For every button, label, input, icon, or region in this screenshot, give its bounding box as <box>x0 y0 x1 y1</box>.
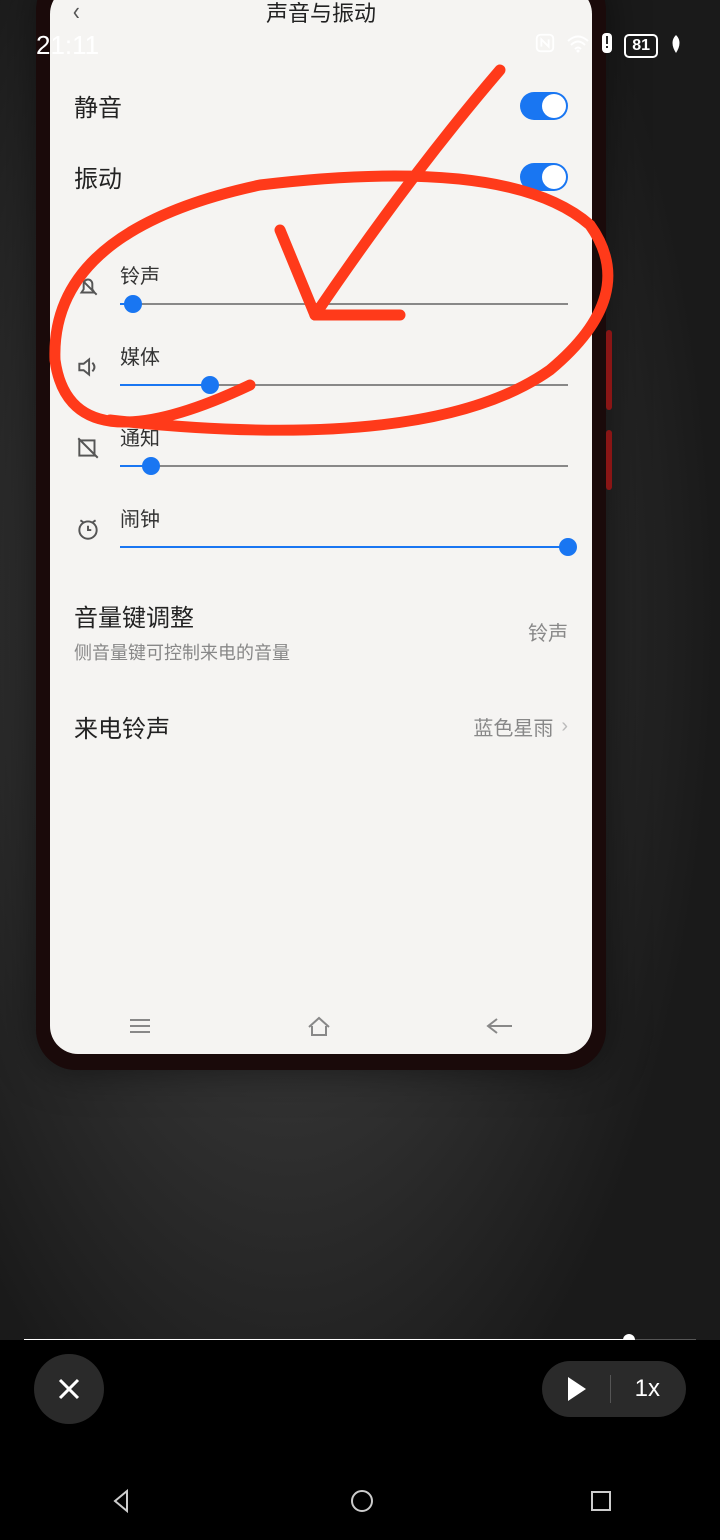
incoming-ring-row[interactable]: 来电铃声 蓝色星雨 › <box>74 687 568 766</box>
clock: 21:11 <box>36 30 99 61</box>
play-icon[interactable] <box>568 1377 586 1401</box>
notification-off-icon <box>74 434 102 462</box>
alarm-icon <box>74 515 102 543</box>
ringtone-label: 铃声 <box>120 260 568 289</box>
page-title: 声音与振动 <box>50 0 592 28</box>
speaker-icon <box>74 353 102 381</box>
volume-key-row[interactable]: 音量键调整 侧音量键可控制来电的音量 铃声 <box>74 576 568 687</box>
volume-key-value: 铃声 <box>528 617 568 646</box>
sys-recent-icon[interactable] <box>589 1489 613 1518</box>
incoming-ring-title: 来电铃声 <box>74 709 170 744</box>
menu-icon[interactable] <box>127 1016 153 1041</box>
alarm-slider-row: 闹钟 <box>74 475 568 556</box>
back-nav-icon[interactable] <box>485 1016 515 1041</box>
media-slider[interactable] <box>120 384 568 386</box>
phone-frame: ‹ 声音与振动 静音 振动 铃声 <box>36 0 606 1070</box>
sys-home-icon[interactable] <box>348 1487 376 1520</box>
phone-nav-bar <box>50 1015 592 1042</box>
close-button[interactable] <box>34 1354 104 1424</box>
alarm-slider[interactable] <box>120 546 568 548</box>
chevron-right-icon: › <box>561 715 568 738</box>
wifi-icon <box>566 30 590 61</box>
video-controls: 1x <box>0 1340 720 1540</box>
volume-key-title: 音量键调整 <box>74 598 290 633</box>
media-label: 媒体 <box>120 341 568 370</box>
ringtone-slider[interactable] <box>120 303 568 305</box>
mute-toggle[interactable] <box>520 92 568 120</box>
sys-back-icon[interactable] <box>107 1487 135 1520</box>
volume-key-subtitle: 侧音量键可控制来电的音量 <box>74 639 290 665</box>
vibrate-toggle[interactable] <box>520 163 568 191</box>
media-slider-row: 媒体 <box>74 313 568 394</box>
play-speed-pill: 1x <box>542 1361 686 1417</box>
nfc-icon <box>534 30 556 61</box>
outer-status-bar: 21:11 81 <box>0 30 720 61</box>
home-icon[interactable] <box>306 1015 332 1042</box>
alert-icon <box>600 30 614 61</box>
leaf-icon <box>668 30 684 61</box>
battery-icon: 81 <box>624 34 658 58</box>
mute-toggle-row[interactable]: 静音 <box>74 70 568 141</box>
ringtone-slider-row: 铃声 <box>74 232 568 313</box>
bell-off-icon <box>74 272 102 300</box>
system-nav-bar <box>0 1487 720 1520</box>
vibrate-label: 振动 <box>74 159 122 194</box>
notification-slider[interactable] <box>120 465 568 467</box>
mute-label: 静音 <box>74 88 122 123</box>
incoming-ring-value: 蓝色星雨 <box>473 712 553 741</box>
playback-speed[interactable]: 1x <box>635 1375 660 1403</box>
phone-screen: ‹ 声音与振动 静音 振动 铃声 <box>50 0 592 1054</box>
notification-label: 通知 <box>120 422 568 451</box>
alarm-label: 闹钟 <box>120 503 568 532</box>
vibrate-toggle-row[interactable]: 振动 <box>74 141 568 212</box>
notification-slider-row: 通知 <box>74 394 568 475</box>
